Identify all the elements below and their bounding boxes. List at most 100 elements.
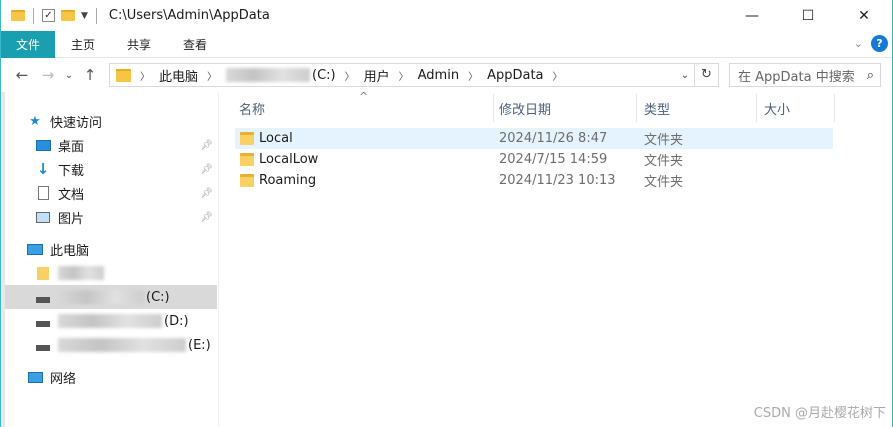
pin-icon[interactable]: 📌︎ (200, 164, 213, 175)
crumb-appdata[interactable]: AppData (487, 68, 543, 83)
maximize-button[interactable]: ☐ (780, 0, 836, 31)
column-header-size[interactable]: 大小 (764, 96, 790, 120)
file-name: Local (259, 131, 293, 146)
table-row[interactable]: Roaming 2024/11/23 10:13 文件夹 (235, 170, 833, 191)
up-icon[interactable]: ↑ (77, 66, 103, 84)
crumb-drive-c[interactable]: (C:) (312, 68, 336, 83)
download-icon: ↓ (36, 160, 50, 178)
file-type: 文件夹 (644, 175, 684, 190)
table-row[interactable]: LocalLow 2024/7/15 14:59 文件夹 (235, 149, 833, 170)
file-type: 文件夹 (644, 154, 684, 169)
picture-icon (35, 210, 51, 224)
folder-icon (11, 10, 25, 21)
minimize-button[interactable]: — (724, 0, 780, 31)
sort-ascending-icon: ^ (359, 90, 369, 103)
file-modified: 2024/11/26 8:47 (499, 131, 608, 146)
search-box[interactable]: 在 AppData 中搜索 ⌕ (729, 63, 881, 87)
sidebar-item-label: (C:) (146, 289, 170, 305)
tab-share[interactable]: 共享 (111, 31, 167, 58)
address-controls: ⌄ ↻ (676, 64, 718, 86)
expand-ribbon-icon[interactable]: ⌄ (854, 37, 863, 50)
sidebar-item-pictures[interactable]: 图片 📌︎ (35, 205, 217, 229)
sidebar-item-label: 图片 (58, 211, 85, 227)
tab-file[interactable]: 文件 (1, 30, 55, 58)
navigation-bar: ← → ⌄ ↑ 〉 此电脑 〉 (C:) 〉 用户 〉 Admin 〉 AppD… (1, 58, 892, 92)
sidebar-item-quick-access[interactable]: ★ 快速访问 (27, 109, 239, 133)
sidebar-item-drive-c[interactable]: (C:) (5, 285, 217, 309)
forward-icon[interactable]: → (35, 66, 61, 84)
folder-icon (35, 266, 51, 280)
folder-icon (240, 174, 254, 187)
column-separator[interactable] (756, 94, 757, 122)
chevron-right-icon[interactable]: 〉 (468, 68, 478, 83)
sidebar-item-user-folder[interactable] (35, 261, 217, 285)
crumb-admin[interactable]: Admin (418, 68, 459, 83)
sidebar-item-downloads[interactable]: ↓ 下载 📌︎ (35, 157, 217, 181)
sidebar-item-documents[interactable]: 文档 📌︎ (35, 181, 217, 205)
redacted-label (58, 290, 144, 304)
help-icon[interactable]: ? (871, 35, 888, 52)
file-list: ^ 名称 修改日期 类型 大小 Local 2024/11/26 8:47 文件… (221, 90, 892, 427)
pane-splitter[interactable] (218, 92, 219, 427)
tab-home[interactable]: 主页 (55, 31, 111, 58)
column-separator[interactable] (636, 94, 637, 122)
sidebar-item-this-pc[interactable]: 此电脑 (27, 237, 217, 261)
file-name: Roaming (259, 173, 317, 188)
customize-toolbar-icon[interactable]: ▼ (81, 11, 88, 21)
column-header-name[interactable]: 名称 (239, 96, 265, 120)
crumb-this-pc[interactable]: 此电脑 (159, 66, 198, 85)
document-icon (35, 186, 51, 200)
refresh-icon[interactable]: ↻ (694, 64, 718, 86)
window-controls: — ☐ ✕ (724, 0, 892, 31)
window-title: C:\Users\Admin\AppData (108, 8, 270, 23)
back-icon[interactable]: ← (9, 66, 35, 84)
chevron-right-icon[interactable]: 〉 (345, 68, 355, 83)
tab-view[interactable]: 查看 (167, 31, 223, 58)
sidebar-item-label: 快速访问 (50, 115, 103, 131)
sidebar-item-label: 下载 (58, 163, 85, 179)
search-icon: ⌕ (866, 67, 874, 83)
table-row[interactable]: Local 2024/11/26 8:47 文件夹 (235, 128, 833, 149)
computer-icon (27, 242, 43, 256)
network-icon (27, 370, 43, 384)
sidebar-item-drive-e[interactable]: (E:) (35, 333, 217, 357)
ribbon-tabs: 文件 主页 共享 查看 ⌄ ? (1, 30, 892, 58)
explorer-window: ✓ ▼ C:\Users\Admin\AppData — ☐ ✕ 文件 主页 共… (0, 0, 893, 427)
crumb-users[interactable]: 用户 (364, 66, 390, 85)
recent-locations-icon[interactable]: ⌄ (61, 70, 77, 81)
pin-icon[interactable]: 📌︎ (200, 140, 213, 151)
address-history-icon[interactable]: ⌄ (676, 70, 694, 81)
sidebar-item-network[interactable]: 网络 (27, 365, 217, 389)
checkbox-icon[interactable]: ✓ (42, 9, 55, 22)
chevron-right-icon[interactable]: 〉 (207, 68, 217, 83)
divider (95, 7, 97, 24)
pin-icon[interactable]: 📌︎ (200, 188, 213, 199)
close-button[interactable]: ✕ (836, 0, 892, 31)
sidebar-item-drive-d[interactable]: (D:) (35, 309, 217, 333)
file-modified: 2024/7/15 14:59 (499, 152, 608, 167)
file-name: LocalLow (259, 152, 319, 167)
sidebar-item-label: 网络 (50, 371, 77, 387)
new-folder-icon[interactable] (61, 10, 75, 21)
drive-icon (35, 290, 51, 304)
column-separator[interactable] (834, 94, 835, 122)
sidebar-item-desktop[interactable]: 桌面 📌︎ (35, 133, 217, 157)
sidebar-item-label: (D:) (164, 313, 189, 329)
file-modified: 2024/11/23 10:13 (499, 173, 616, 188)
file-type: 文件夹 (644, 133, 684, 148)
chevron-right-icon[interactable]: 〉 (399, 68, 409, 83)
title-bar: ✓ ▼ C:\Users\Admin\AppData — ☐ ✕ (1, 0, 892, 31)
column-header-modified[interactable]: 修改日期 (499, 96, 551, 120)
column-header-type[interactable]: 类型 (644, 96, 670, 120)
pin-icon[interactable]: 📌︎ (200, 212, 213, 223)
redacted-label (58, 314, 162, 328)
redacted-label (226, 68, 311, 82)
drive-icon (35, 338, 51, 352)
address-bar[interactable]: 〉 此电脑 〉 (C:) 〉 用户 〉 Admin 〉 AppData 〉 ⌄ … (109, 63, 719, 87)
column-separator[interactable] (493, 94, 494, 122)
chevron-right-icon[interactable]: 〉 (553, 68, 563, 83)
ribbon-right: ⌄ ? (854, 35, 888, 52)
watermark: CSDN @月赴樱花树下 (753, 406, 886, 421)
folder-icon (116, 68, 131, 82)
chevron-right-icon[interactable]: 〉 (140, 68, 150, 83)
